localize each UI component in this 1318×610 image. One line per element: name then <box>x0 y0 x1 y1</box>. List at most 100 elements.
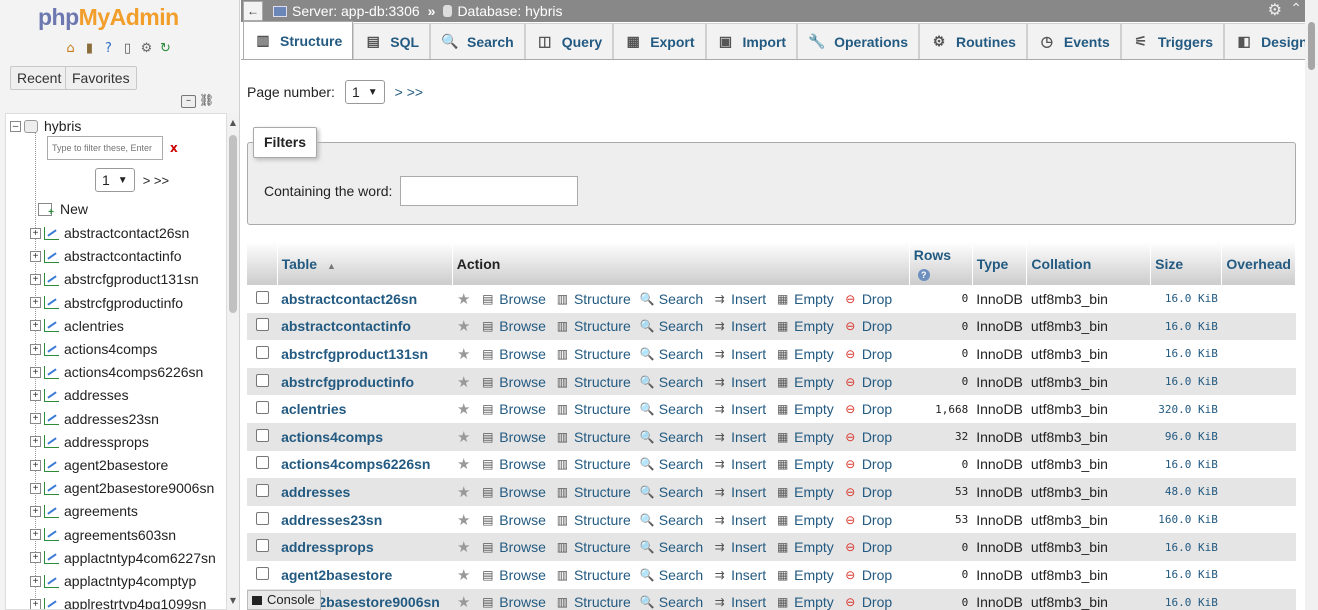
action-structure[interactable]: ▥ Structure <box>555 291 631 307</box>
favorite-star-icon[interactable]: ★ <box>456 511 471 529</box>
action-drop[interactable]: ⊖ Drop <box>843 346 892 362</box>
help-icon[interactable]: ? <box>100 40 117 57</box>
action-search[interactable]: 🔍 Search <box>640 456 703 472</box>
tree-table-item[interactable]: + abstractcontactinfo <box>30 245 182 267</box>
action-insert[interactable]: ⇉ Insert <box>712 594 767 610</box>
favorite-star-icon[interactable]: ★ <box>456 400 471 418</box>
tree-table-item[interactable]: + agreements603sn <box>30 524 176 546</box>
collapse-panel-icon[interactable]: ⌃ <box>1290 0 1302 17</box>
action-drop[interactable]: ⊖ Drop <box>843 318 892 334</box>
main-scrollbar[interactable] <box>1305 0 1318 610</box>
table-name-link[interactable]: addressprops <box>281 539 374 555</box>
tab-import[interactable]: ▣ Import <box>705 23 798 59</box>
tab-triggers[interactable]: ⚟ Triggers <box>1120 23 1225 59</box>
action-insert[interactable]: ⇉ Insert <box>712 429 767 445</box>
settings-icon[interactable]: ⚙ <box>138 40 155 57</box>
tree-table-item[interactable]: + actions4comps6226sn <box>30 361 203 383</box>
favorite-star-icon[interactable]: ★ <box>456 483 471 501</box>
favorite-star-icon[interactable]: ★ <box>456 428 471 446</box>
action-browse[interactable]: ▤ Browse <box>480 346 546 362</box>
action-search[interactable]: 🔍 Search <box>640 567 703 583</box>
breadcrumb-server[interactable]: Server: app-db:3306 <box>273 3 420 19</box>
tree-table-item[interactable]: + abstrcfgproductinfo <box>30 292 183 314</box>
collapse-icon[interactable]: – <box>10 120 21 132</box>
table-filter-input[interactable] <box>47 136 163 160</box>
tree-table-item[interactable]: + abstrcfgproduct131sn <box>30 268 199 290</box>
action-structure[interactable]: ▥ Structure <box>555 539 631 555</box>
tree-table-item[interactable]: + aclentries <box>30 315 124 337</box>
header-table[interactable]: Table ▲ <box>277 242 453 285</box>
action-drop[interactable]: ⊖ Drop <box>843 401 892 417</box>
collapse-all-icon[interactable]: – <box>181 95 196 108</box>
scroll-down-icon[interactable]: ▼ <box>227 596 239 605</box>
table-name-link[interactable]: agent2basestore <box>281 567 392 583</box>
action-search[interactable]: 🔍 Search <box>640 594 703 610</box>
expand-icon[interactable]: + <box>30 413 41 425</box>
tree-table-item[interactable]: + actions4comps <box>30 338 157 360</box>
action-insert[interactable]: ⇉ Insert <box>712 374 767 390</box>
table-name-link[interactable]: addresses23sn <box>281 512 382 528</box>
header-rows[interactable]: Rows? <box>909 242 973 285</box>
tree-table-item[interactable]: + addresses23sn <box>30 408 159 430</box>
table-name-link[interactable]: abstrcfgproductinfo <box>281 374 414 390</box>
row-checkbox[interactable] <box>255 290 269 304</box>
console-toggle[interactable]: Console <box>247 590 321 610</box>
tree-table-item[interactable]: + agent2basestore <box>30 454 168 476</box>
expand-icon[interactable]: + <box>30 366 41 378</box>
action-structure[interactable]: ▥ Structure <box>555 374 631 390</box>
breadcrumb-database[interactable]: Database: hybris <box>443 3 563 19</box>
action-search[interactable]: 🔍 Search <box>640 374 703 390</box>
tree-table-item[interactable]: + abstractcontact26sn <box>30 222 189 244</box>
action-empty[interactable]: ▦ Empty <box>775 484 834 500</box>
row-checkbox[interactable] <box>255 511 269 525</box>
action-structure[interactable]: ▥ Structure <box>555 456 631 472</box>
action-empty[interactable]: ▦ Empty <box>775 401 834 417</box>
table-name-link[interactable]: abstrcfgproduct131sn <box>281 346 428 362</box>
expand-icon[interactable]: + <box>30 320 41 332</box>
favorite-star-icon[interactable]: ★ <box>456 290 471 308</box>
tree-page-next[interactable]: > >> <box>143 173 169 188</box>
favorite-star-icon[interactable]: ★ <box>456 455 471 473</box>
table-name-link[interactable]: abstractcontact26sn <box>281 291 417 307</box>
expand-icon[interactable]: + <box>30 227 41 239</box>
action-browse[interactable]: ▤ Browse <box>480 429 546 445</box>
reload-icon[interactable]: ↻ <box>157 40 174 57</box>
action-structure[interactable]: ▥ Structure <box>555 567 631 583</box>
tree-db-hybris[interactable]: – hybris <box>10 115 81 137</box>
action-drop[interactable]: ⊖ Drop <box>843 567 892 583</box>
table-name-link[interactable]: actions4comps6226sn <box>281 456 430 472</box>
action-browse[interactable]: ▤ Browse <box>480 291 546 307</box>
row-checkbox[interactable] <box>255 318 269 332</box>
tab-operations[interactable]: 🔧 Operations <box>797 23 919 59</box>
favorite-star-icon[interactable]: ★ <box>456 345 471 363</box>
action-search[interactable]: 🔍 Search <box>640 346 703 362</box>
action-empty[interactable]: ▦ Empty <box>775 318 834 334</box>
table-name-link[interactable]: aclentries <box>281 401 346 417</box>
recent-button[interactable]: Recent <box>10 66 69 90</box>
tree-table-item[interactable]: + agent2basestore9006sn <box>30 477 214 499</box>
action-search[interactable]: 🔍 Search <box>640 429 703 445</box>
row-checkbox[interactable] <box>255 428 269 442</box>
tab-search[interactable]: 🔍 Search <box>430 23 525 59</box>
action-browse[interactable]: ▤ Browse <box>480 539 546 555</box>
action-drop[interactable]: ⊖ Drop <box>843 429 892 445</box>
favorite-star-icon[interactable]: ★ <box>456 373 471 391</box>
home-icon[interactable]: ⌂ <box>62 40 79 57</box>
row-checkbox[interactable] <box>255 456 269 470</box>
action-insert[interactable]: ⇉ Insert <box>712 512 767 528</box>
action-drop[interactable]: ⊖ Drop <box>843 374 892 390</box>
favorites-button[interactable]: Favorites <box>65 66 137 90</box>
action-drop[interactable]: ⊖ Drop <box>843 484 892 500</box>
tab-structure[interactable]: ▥ Structure <box>243 21 354 59</box>
tab-sql[interactable]: ▤ SQL <box>353 23 431 59</box>
action-structure[interactable]: ▥ Structure <box>555 401 631 417</box>
action-empty[interactable]: ▦ Empty <box>775 291 834 307</box>
action-empty[interactable]: ▦ Empty <box>775 456 834 472</box>
action-browse[interactable]: ▤ Browse <box>480 594 546 610</box>
tree-scroll-thumb[interactable] <box>229 135 237 313</box>
expand-icon[interactable]: + <box>30 436 41 448</box>
action-structure[interactable]: ▥ Structure <box>555 512 631 528</box>
action-search[interactable]: 🔍 Search <box>640 291 703 307</box>
action-drop[interactable]: ⊖ Drop <box>843 291 892 307</box>
expand-icon[interactable]: + <box>30 273 41 285</box>
